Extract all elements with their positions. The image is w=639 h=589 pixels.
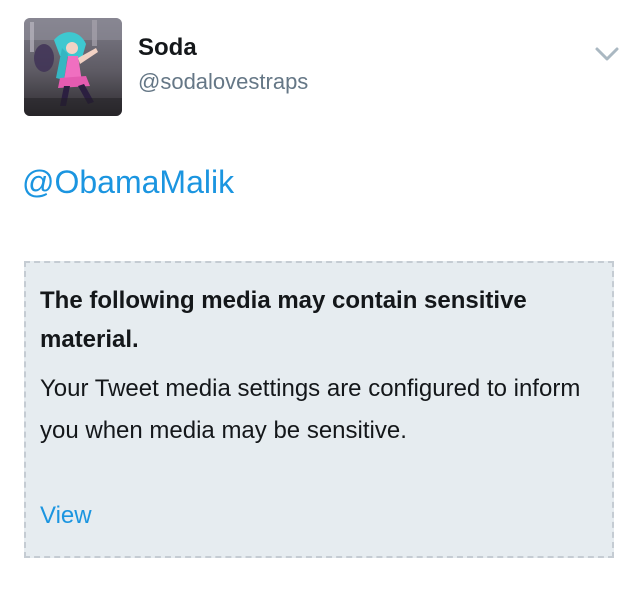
warning-title: The following media may contain sensitiv… [40, 287, 527, 353]
sensitive-media-warning: The following media may contain sensitiv… [24, 261, 614, 558]
avatar-image [24, 18, 122, 116]
warning-message: Your Tweet media settings are configured… [40, 375, 581, 444]
view-media-link[interactable]: View [40, 498, 92, 534]
user-name[interactable]: Soda [138, 33, 197, 63]
chevron-down-icon[interactable] [591, 44, 623, 64]
tweet-card: Soda @sodalovestraps @ObamaMalik The fol… [0, 0, 639, 589]
user-handle[interactable]: @sodalovestraps [138, 68, 308, 96]
avatar[interactable] [24, 18, 122, 116]
mention-link[interactable]: @ObamaMalik [22, 160, 234, 204]
